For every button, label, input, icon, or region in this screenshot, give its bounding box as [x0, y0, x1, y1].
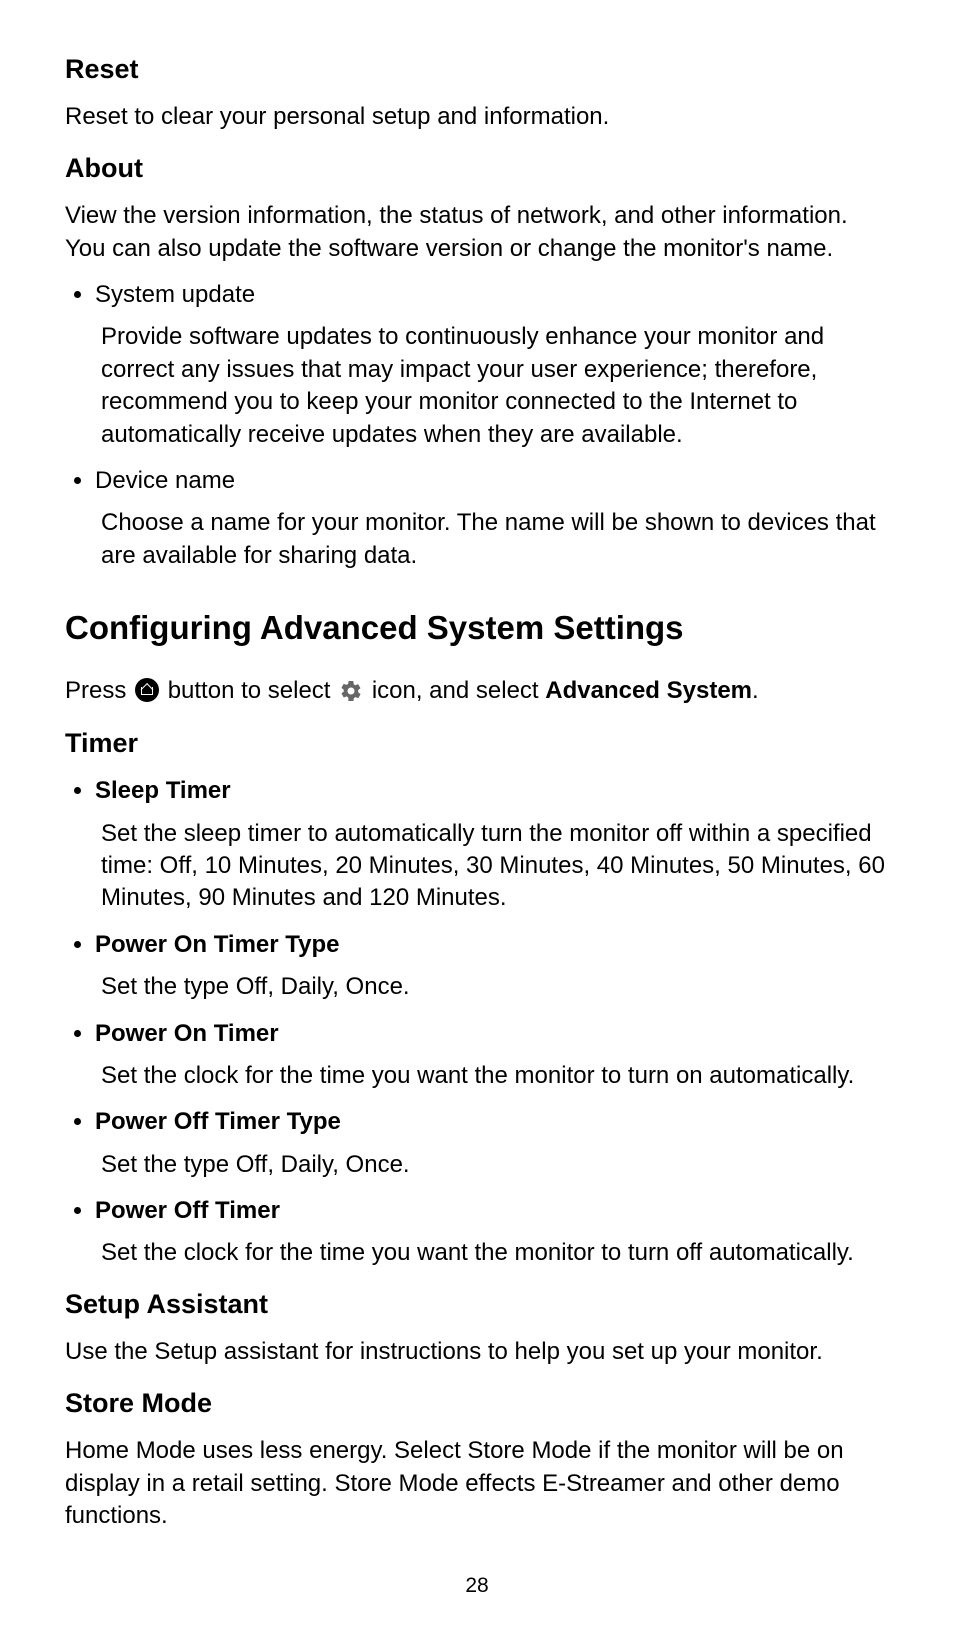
setup-heading: Setup Assistant	[65, 1286, 889, 1322]
item-desc: Choose a name for your monitor. The name…	[101, 507, 889, 572]
item-label: Power Off Timer Type	[95, 1106, 889, 1138]
store-body: Home Mode uses less energy. Select Store…	[65, 1435, 889, 1532]
item-desc: Provide software updates to continuously…	[101, 321, 889, 451]
text-fragment: .	[752, 677, 759, 704]
item-label: Power Off Timer	[95, 1195, 889, 1227]
reset-body: Reset to clear your personal setup and i…	[65, 101, 889, 133]
item-desc: Set the clock for the time you want the …	[101, 1060, 889, 1092]
item-label: Device name	[95, 465, 889, 497]
text-bold: Advanced System	[545, 677, 752, 704]
item-desc: Set the type Off, Daily, Once.	[101, 1149, 889, 1181]
item-label: Sleep Timer	[95, 775, 889, 807]
item-desc: Set the sleep timer to automatically tur…	[101, 818, 889, 915]
page-number: 28	[65, 1572, 889, 1600]
text-fragment: button to select	[168, 677, 337, 704]
about-heading: About	[65, 150, 889, 186]
list-item: Power On Timer Type Set the type Off, Da…	[95, 929, 889, 1004]
item-label: Power On Timer	[95, 1018, 889, 1050]
text-fragment: Press	[65, 677, 133, 704]
item-label: System update	[95, 279, 889, 311]
list-item: Device name Choose a name for your monit…	[95, 465, 889, 572]
config-heading: Configuring Advanced System Settings	[65, 606, 889, 651]
list-item: Power Off Timer Type Set the type Off, D…	[95, 1106, 889, 1181]
gear-icon	[339, 679, 363, 703]
store-heading: Store Mode	[65, 1385, 889, 1421]
home-icon	[135, 678, 159, 702]
list-item: Power On Timer Set the clock for the tim…	[95, 1018, 889, 1093]
timer-heading: Timer	[65, 725, 889, 761]
text-fragment: icon, and select	[372, 677, 545, 704]
config-instruction: Press button to select icon, and select …	[65, 673, 889, 709]
reset-heading: Reset	[65, 51, 889, 87]
about-list: System update Provide software updates t…	[65, 279, 889, 572]
list-item: Sleep Timer Set the sleep timer to autom…	[95, 775, 889, 915]
about-body: View the version information, the status…	[65, 200, 889, 265]
item-label: Power On Timer Type	[95, 929, 889, 961]
item-desc: Set the clock for the time you want the …	[101, 1237, 889, 1269]
item-desc: Set the type Off, Daily, Once.	[101, 971, 889, 1003]
setup-body: Use the Setup assistant for instructions…	[65, 1336, 889, 1368]
timer-list: Sleep Timer Set the sleep timer to autom…	[65, 775, 889, 1270]
list-item: Power Off Timer Set the clock for the ti…	[95, 1195, 889, 1270]
list-item: System update Provide software updates t…	[95, 279, 889, 451]
